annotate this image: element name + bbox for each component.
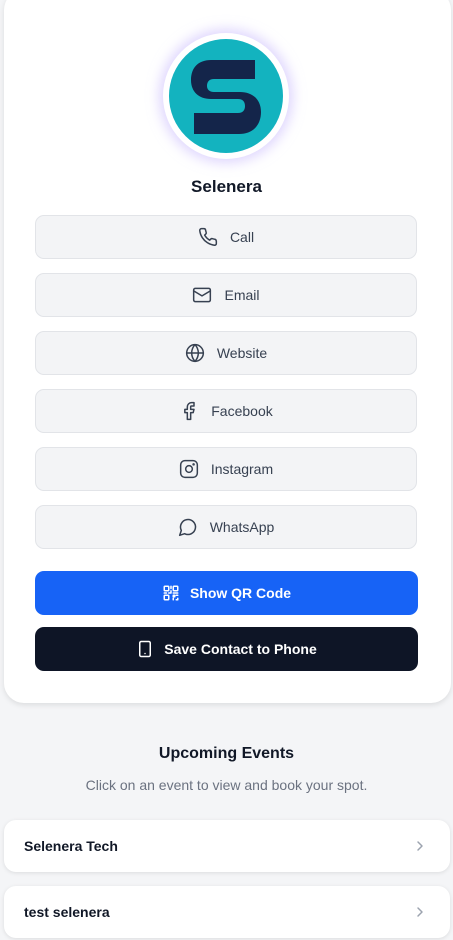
profile-name: Selenera <box>191 177 262 196</box>
avatar <box>169 39 283 153</box>
website-label: Website <box>216 345 268 361</box>
email-label: Email <box>224 287 260 303</box>
website-button[interactable]: Website <box>35 331 417 375</box>
whatsapp-label: WhatsApp <box>209 519 275 535</box>
instagram-icon <box>179 459 199 479</box>
whatsapp-icon <box>178 517 198 537</box>
email-button[interactable]: Email <box>35 273 417 317</box>
event-item-test-selenera[interactable]: test selenera <box>4 886 450 938</box>
save-contact-label: Save Contact to Phone <box>164 641 317 657</box>
instagram-button[interactable]: Instagram <box>35 447 417 491</box>
events-subtitle: Click on an event to view and book your … <box>85 777 368 793</box>
facebook-label: Facebook <box>211 403 273 419</box>
chevron-right-icon <box>412 838 428 854</box>
call-label: Call <box>229 229 255 245</box>
events-heading: Upcoming Events <box>158 745 295 762</box>
smartphone-icon <box>136 640 154 658</box>
instagram-label: Instagram <box>210 461 274 477</box>
save-contact-button[interactable]: Save Contact to Phone <box>35 627 418 671</box>
facebook-button[interactable]: Facebook <box>35 389 417 433</box>
chevron-right-icon <box>412 904 428 920</box>
phone-icon <box>198 227 218 247</box>
mail-icon <box>192 285 212 305</box>
event-title: Selenera Tech <box>24 838 118 854</box>
event-item-selenera-tech[interactable]: Selenera Tech <box>4 820 450 872</box>
selenera-logo <box>191 60 261 134</box>
whatsapp-button[interactable]: WhatsApp <box>35 505 417 549</box>
show-qr-code-button[interactable]: Show QR Code <box>35 571 418 615</box>
facebook-icon <box>179 401 199 421</box>
call-button[interactable]: Call <box>35 215 417 259</box>
globe-icon <box>185 343 205 363</box>
event-title: test selenera <box>24 904 110 920</box>
show-qr-code-label: Show QR Code <box>189 585 292 601</box>
qr-code-icon <box>162 584 180 602</box>
